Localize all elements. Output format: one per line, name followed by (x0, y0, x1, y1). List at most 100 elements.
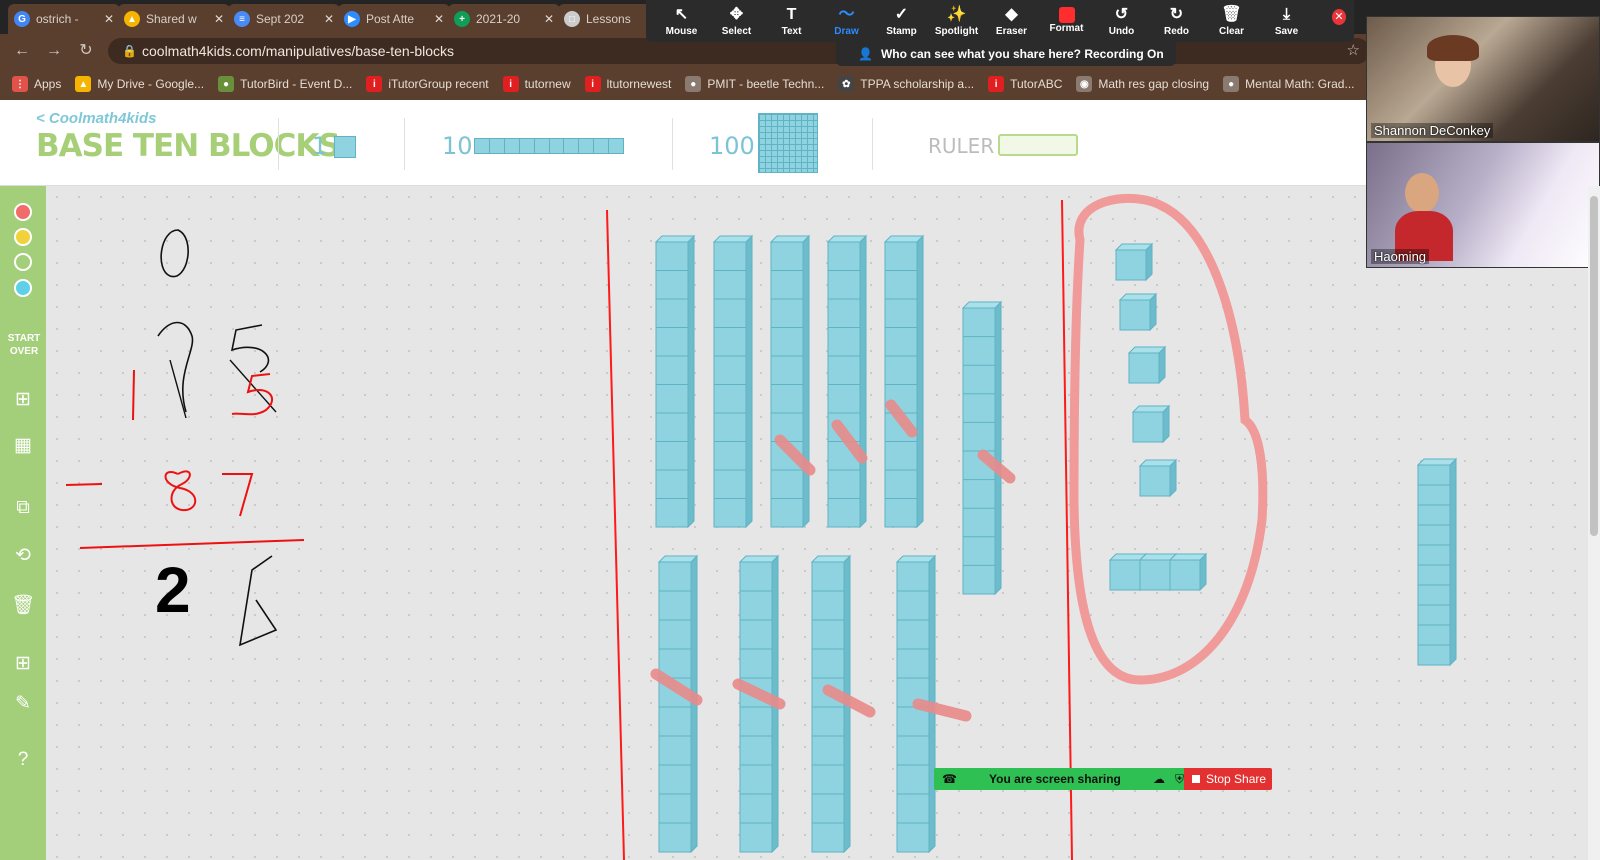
browser-tab[interactable]: +2021-20 ✕ (448, 4, 560, 34)
clear-tool-button[interactable]: 🗑 Clear (1204, 4, 1259, 42)
eraser-tool-button[interactable]: ◆ Eraser (984, 4, 1039, 42)
blue-color-swatch[interactable] (14, 279, 32, 297)
redo-tool-button[interactable]: ↻ Redo (1149, 4, 1204, 42)
draw-icon: 〜 (838, 6, 855, 23)
close-tab-icon[interactable]: ✕ (104, 12, 114, 26)
bookmark-item[interactable]: ✿ TPPA scholarship a... (838, 76, 974, 92)
group-icon[interactable]: ▦ (11, 434, 35, 458)
format-tool-button[interactable]: Format (1039, 4, 1094, 42)
bookmark-item[interactable]: i tutornew (502, 76, 571, 92)
page-scrollbar[interactable] (1588, 186, 1600, 860)
recording-banner[interactable]: 👤 Who can see what you share here? Recor… (836, 42, 1176, 66)
eraser-icon: ◆ (1005, 6, 1018, 23)
close-tab-icon[interactable]: ✕ (544, 12, 554, 26)
forward-arrow-icon[interactable]: → (44, 41, 64, 61)
tool-label: Draw (834, 26, 859, 37)
page-title: BASE TEN BLOCKS (36, 128, 341, 164)
select-tool-button[interactable]: ✥ Select (709, 4, 764, 42)
lock-icon[interactable]: 🔒 (122, 38, 137, 64)
save-tool-button[interactable]: ⤓ Save (1259, 4, 1314, 42)
bookmark-favicon: i (366, 76, 383, 92)
tool-sidebar: START OVER ⊞ ▦ ⧉ ⟲ 🗑 ⊞ ✎ ? (0, 186, 46, 860)
bookmark-item[interactable]: ● PMIT - beetle Techn... (685, 76, 824, 92)
calculator-icon[interactable]: ⊞ (11, 652, 35, 676)
browser-tab[interactable]: ≡ Sept 202 ✕ (228, 4, 340, 34)
close-annotation-icon[interactable]: ✕ (1332, 9, 1346, 25)
trash-icon[interactable]: 🗑 (11, 594, 35, 618)
bookmark-item[interactable]: ⋮ Apps (12, 76, 61, 92)
green-color-swatch[interactable] (14, 253, 32, 271)
drive-icon: ▲ (124, 11, 140, 27)
stop-share-button[interactable]: Stop Share (1184, 768, 1272, 790)
bookmark-label: Mental Math: Grad... (1245, 77, 1355, 91)
save-icon: ⤓ (1282, 6, 1291, 23)
blocks-workspace[interactable] (46, 186, 1600, 860)
viewers-icon: 👤 (858, 47, 873, 61)
bookmark-item[interactable]: i ltutornewest (584, 76, 671, 92)
bookmark-favicon: ✿ (838, 76, 855, 92)
text-icon: T (786, 6, 797, 23)
mouse-tool-button[interactable]: ↖ Mouse (654, 4, 709, 42)
tab-title: Post Atte (366, 12, 415, 26)
cloud-icon: ☁ (1152, 772, 1165, 786)
bookmark-label: Math res gap closing (1098, 77, 1210, 91)
hundred-flat-icon[interactable] (758, 113, 818, 173)
bookmark-item[interactable]: i iTutorGroup recent (366, 76, 489, 92)
cursor-icon: ↖ (674, 6, 689, 23)
draw-tool-button[interactable]: 〜 Draw (819, 4, 874, 42)
recording-banner-text: Who can see what you share here? Recordi… (880, 47, 1164, 61)
participant-face (1405, 173, 1439, 213)
bookmark-item[interactable]: ● TutorBird - Event D... (218, 76, 352, 92)
browser-tab[interactable]: ▲ Shared w ✕ (118, 4, 230, 34)
screen-sharing-indicator[interactable]: ☎ You are screen sharing ☁ ⛨ (934, 768, 1184, 790)
break-apart-icon[interactable]: ⊞ (11, 388, 35, 412)
participant-video-shannon[interactable]: Shannon DeConkey (1366, 16, 1600, 142)
bookmark-item[interactable]: ◉ Math res gap closing (1076, 76, 1209, 92)
google-icon: G (14, 11, 30, 27)
yellow-color-swatch[interactable] (14, 228, 32, 246)
bookmark-item[interactable]: ▲ My Drive - Google... (75, 76, 204, 92)
rotate-icon[interactable]: ⟲ (11, 544, 35, 568)
sheets-icon: + (454, 11, 470, 27)
one-block-cube-icon[interactable] (334, 136, 356, 158)
annotation-tools: ↖ Mouse ✥ Select T Text 〜 Draw ✓ Stamp ✨ Spotlight ◆… (654, 4, 1314, 42)
duplicate-icon[interactable]: ⧉ (11, 496, 35, 520)
header-divider (278, 118, 279, 170)
ten-rod-icon[interactable] (474, 138, 624, 154)
bookmark-favicon: ● (1223, 76, 1240, 92)
browser-tab[interactable]: ▶ Post Atte ✕ (338, 4, 450, 34)
undo-tool-button[interactable]: ↺ Undo (1094, 4, 1149, 42)
reload-icon[interactable]: ↻ (76, 41, 96, 61)
text-tool-button[interactable]: T Text (764, 4, 819, 42)
header-divider (672, 118, 673, 170)
zoom-icon: ▶ (344, 11, 360, 27)
start-over-button[interactable]: START OVER (4, 332, 44, 358)
pencil-icon[interactable]: ✎ (11, 692, 35, 716)
close-tab-icon[interactable]: ✕ (214, 12, 224, 26)
help-icon[interactable]: ? (11, 748, 35, 772)
screen-sharing-status: You are screen sharing (989, 772, 1121, 786)
bookmark-label: iTutorGroup recent (388, 77, 489, 91)
browser-tab[interactable]: Gostrich - ✕ (8, 4, 120, 34)
tool-label: Format (1049, 23, 1084, 34)
coolmath4kids-back-link[interactable]: < Coolmath4kids (36, 110, 156, 127)
bookmark-item[interactable]: ● Mental Math: Grad... (1223, 76, 1355, 92)
participant-video-haoming[interactable]: Haoming (1366, 142, 1600, 268)
scrollbar-thumb[interactable] (1590, 196, 1598, 536)
back-arrow-icon[interactable]: ← (12, 41, 32, 61)
red-color-swatch[interactable] (14, 203, 32, 221)
bookmarks-bar: ⋮ Apps ▲ My Drive - Google... ● TutorBird - E… (0, 68, 1600, 100)
bookmark-favicon: ⋮ (12, 76, 28, 92)
ruler-tool-icon[interactable] (998, 134, 1078, 156)
tool-label: Undo (1108, 26, 1135, 37)
close-tab-icon[interactable]: ✕ (434, 12, 444, 26)
close-tab-icon[interactable]: ✕ (324, 12, 334, 26)
bookmark-item[interactable]: i TutorABC (988, 76, 1062, 92)
docs-icon: ≡ (234, 11, 250, 27)
tool-label: Spotlight (934, 26, 979, 37)
stamp-tool-button[interactable]: ✓ Stamp (874, 4, 929, 42)
bookmark-label: tutornew (524, 77, 571, 91)
participant-hair (1427, 35, 1479, 61)
bookmark-label: TPPA scholarship a... (860, 77, 975, 91)
spotlight-tool-button[interactable]: ✨ Spotlight (929, 4, 984, 42)
